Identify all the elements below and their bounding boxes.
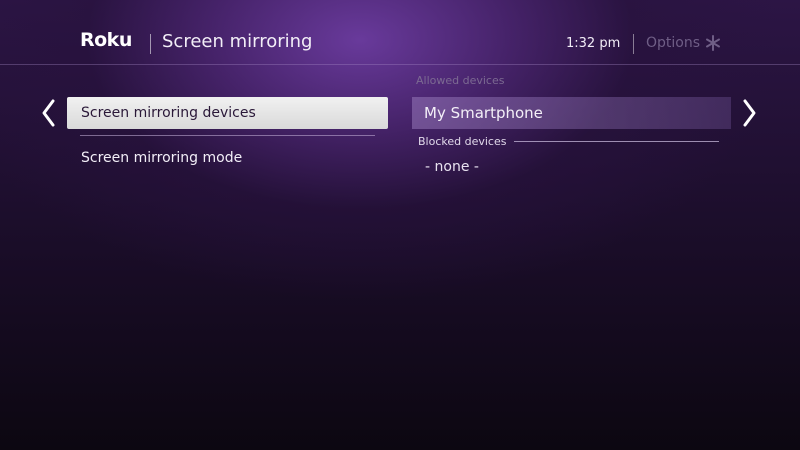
blocked-devices-empty: - none - bbox=[425, 159, 479, 175]
allowed-devices-label: Allowed devices bbox=[416, 74, 505, 87]
menu-item-screen-mirroring-mode[interactable]: Screen mirroring mode bbox=[67, 142, 388, 174]
options-label[interactable]: Options bbox=[646, 35, 700, 51]
header-rule bbox=[0, 64, 800, 65]
header-bar: Roku Screen mirroring 1:32 pm Options bbox=[0, 0, 800, 64]
header-divider-right bbox=[633, 34, 634, 54]
chevron-right-icon[interactable] bbox=[740, 98, 758, 128]
allowed-device-item[interactable]: My Smartphone bbox=[412, 97, 731, 129]
roku-logo: Roku bbox=[80, 29, 132, 51]
blocked-devices-label: Blocked devices bbox=[418, 135, 507, 148]
blocked-devices-rule bbox=[514, 141, 719, 142]
clock: 1:32 pm bbox=[566, 36, 621, 51]
header-divider bbox=[150, 34, 151, 54]
roku-screen: Roku Screen mirroring 1:32 pm Options Sc… bbox=[0, 0, 800, 450]
asterisk-icon[interactable] bbox=[705, 35, 721, 51]
chevron-left-icon[interactable] bbox=[40, 98, 58, 128]
page-title: Screen mirroring bbox=[162, 31, 313, 52]
menu-divider bbox=[80, 135, 375, 136]
menu-item-screen-mirroring-devices[interactable]: Screen mirroring devices bbox=[67, 97, 388, 129]
